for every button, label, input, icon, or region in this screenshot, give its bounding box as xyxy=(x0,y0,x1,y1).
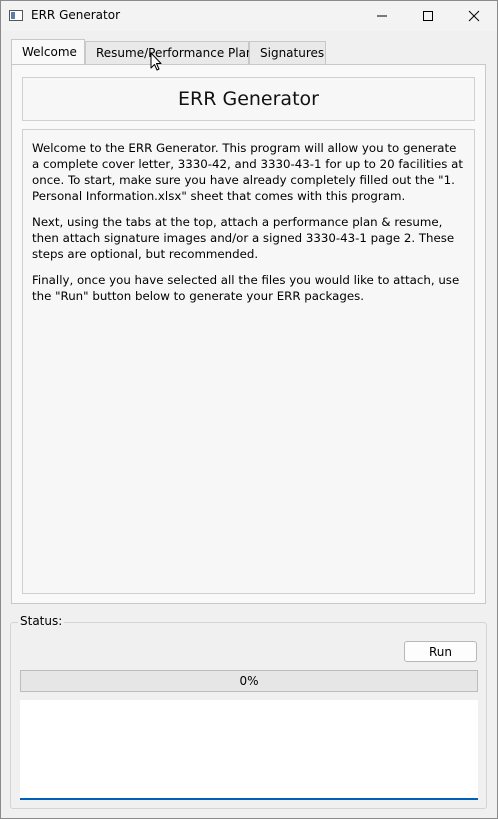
minimize-button[interactable] xyxy=(359,1,405,31)
welcome-paragraph-2: Next, using the tabs at the top, attach … xyxy=(32,215,455,261)
close-button[interactable] xyxy=(451,1,497,31)
status-log[interactable] xyxy=(20,700,478,800)
tab-resume-performance-plan[interactable]: Resume/Performance Plan xyxy=(85,41,254,64)
title-bar[interactable]: ERR Generator xyxy=(1,1,497,31)
window-app-icon xyxy=(9,10,23,21)
tab-welcome[interactable]: Welcome xyxy=(11,39,85,65)
run-button[interactable]: Run xyxy=(404,641,477,662)
maximize-icon xyxy=(423,11,433,21)
progress-text: 0% xyxy=(239,674,259,688)
welcome-paragraph-1: Welcome to the ERR Generator. This progr… xyxy=(32,141,463,203)
window-title: ERR Generator xyxy=(31,8,121,22)
header-frame: ERR Generator xyxy=(22,77,475,121)
minimize-icon xyxy=(377,15,387,17)
welcome-paragraph-3: Finally, once you have selected all the … xyxy=(32,273,460,303)
tab-signatures[interactable]: Signatures xyxy=(249,41,326,64)
mouse-pointer-icon xyxy=(150,52,162,71)
welcome-tab-panel: ERR Generator Welcome to the ERR Generat… xyxy=(11,64,486,604)
status-label: Status: xyxy=(18,614,65,628)
welcome-text-box: Welcome to the ERR Generator. This progr… xyxy=(22,129,475,594)
close-icon xyxy=(468,10,480,22)
progress-bar: 0% xyxy=(20,670,478,692)
maximize-button[interactable] xyxy=(405,1,451,31)
page-title: ERR Generator xyxy=(178,88,319,110)
